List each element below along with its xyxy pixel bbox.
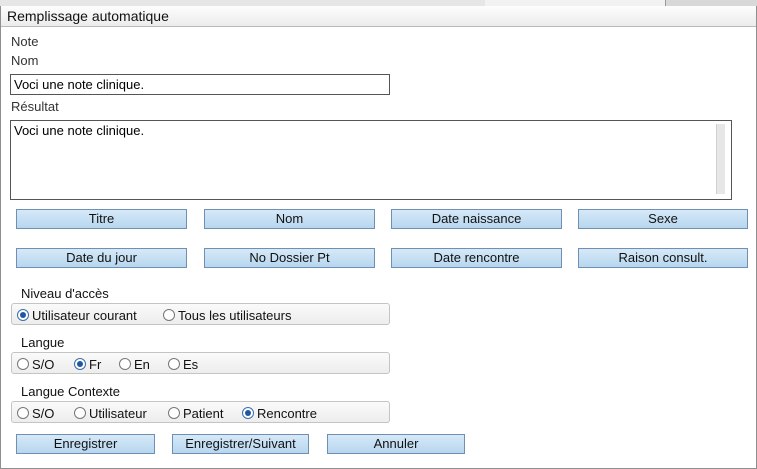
radio-language-es[interactable]: Es <box>168 356 198 372</box>
radio-icon[interactable] <box>168 358 180 370</box>
radio-language-fr[interactable]: Fr <box>74 356 101 372</box>
radio-selected-icon[interactable] <box>74 358 86 370</box>
cancel-button[interactable]: Annuler <box>327 434 465 454</box>
radio-all-users[interactable]: Tous les utilisateurs <box>163 307 291 323</box>
insert-birthdate-button[interactable]: Date naissance <box>391 209 562 229</box>
radio-selected-icon[interactable] <box>242 407 254 419</box>
radio-context-na[interactable]: S/O <box>17 405 54 421</box>
language-label: Langue <box>21 335 65 350</box>
insert-today-button[interactable]: Date du jour <box>16 248 187 268</box>
dialog-titlebar: Remplissage automatique <box>1 6 756 27</box>
insert-name-button[interactable]: Nom <box>204 209 375 229</box>
result-scrollbar[interactable] <box>716 124 725 194</box>
insert-title-button[interactable]: Titre <box>16 209 187 229</box>
language-context-label: Langue Contexte <box>21 384 121 399</box>
result-label: Résultat <box>11 99 59 114</box>
name-label: Nom <box>11 53 39 68</box>
radio-icon[interactable] <box>74 407 86 419</box>
radio-context-patient[interactable]: Patient <box>168 405 223 421</box>
radio-context-user[interactable]: Utilisateur <box>74 405 147 421</box>
save-button[interactable]: Enregistrer <box>16 434 155 454</box>
access-level-label: Niveau d'accès <box>21 286 109 301</box>
radio-context-encounter[interactable]: Rencontre <box>242 405 317 421</box>
radio-icon[interactable] <box>17 407 29 419</box>
radio-icon[interactable] <box>17 358 29 370</box>
insert-record-number-button[interactable]: No Dossier Pt <box>204 248 375 268</box>
radio-language-en[interactable]: En <box>119 356 150 372</box>
radio-current-user[interactable]: Utilisateur courant <box>17 307 137 323</box>
name-field[interactable] <box>10 74 390 95</box>
insert-sex-button[interactable]: Sexe <box>578 209 748 229</box>
result-field[interactable]: Voci une note clinique. <box>10 120 732 200</box>
language-group: S/O Fr En Es <box>11 352 390 374</box>
radio-icon[interactable] <box>168 407 180 419</box>
name-input[interactable] <box>11 75 389 94</box>
result-textarea[interactable]: Voci une note clinique. <box>11 121 711 193</box>
access-level-group: Utilisateur courant Tous les utilisateur… <box>11 303 390 325</box>
insert-encounter-date-button[interactable]: Date rencontre <box>391 248 562 268</box>
radio-selected-icon[interactable] <box>17 309 29 321</box>
language-context-group: S/O Utilisateur Patient Rencontre <box>11 401 390 423</box>
dialog-title: Remplissage automatique <box>7 8 169 24</box>
insert-visit-reason-button[interactable]: Raison consult. <box>578 248 748 268</box>
radio-language-na[interactable]: S/O <box>17 356 54 372</box>
radio-icon[interactable] <box>119 358 131 370</box>
note-section-label: Note <box>11 34 39 49</box>
save-next-button[interactable]: Enregistrer/Suivant <box>172 434 309 454</box>
radio-icon[interactable] <box>163 309 175 321</box>
autofill-dialog: Remplissage automatique Note Nom Résulta… <box>0 6 757 469</box>
